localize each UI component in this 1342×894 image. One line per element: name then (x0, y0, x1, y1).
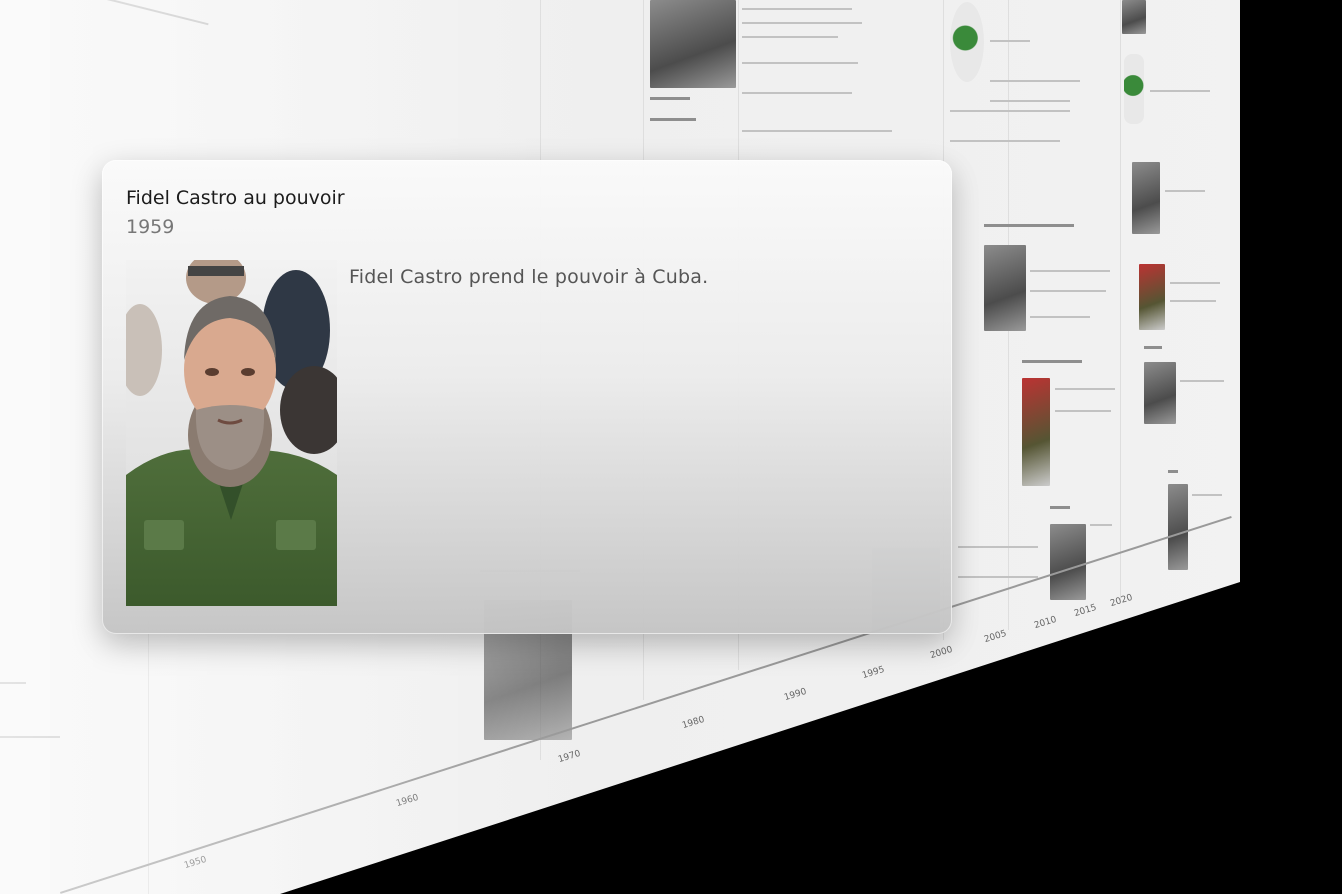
event-text (950, 140, 1060, 142)
event-thumbnail[interactable] (650, 0, 736, 88)
axis-tick-label: 2015 (1073, 602, 1098, 620)
event-text (990, 100, 1070, 102)
event-thumbnail[interactable] (1139, 264, 1165, 330)
event-text (1055, 410, 1111, 412)
event-text (990, 40, 1030, 42)
axis-tick-label: 2005 (983, 628, 1008, 646)
event-text (742, 8, 852, 10)
event-title (1022, 360, 1082, 363)
event-text (742, 62, 858, 64)
globe-thumbnail[interactable] (950, 2, 984, 82)
event-text (1030, 316, 1090, 318)
event-title (1144, 346, 1162, 349)
event-title: Fidel Castro au pouvoir (126, 187, 345, 209)
event-text (742, 22, 862, 24)
axis-tick-label: 2000 (929, 644, 954, 662)
event-title (650, 97, 690, 100)
event-thumbnail[interactable] (1144, 362, 1176, 424)
axis-tick-label: 1995 (861, 664, 886, 682)
event-text (958, 576, 1038, 578)
event-text (742, 130, 892, 132)
event-text (1030, 270, 1110, 272)
event-thumbnail[interactable] (1168, 484, 1188, 570)
event-text (1165, 190, 1205, 192)
axis-tick-label: 2020 (1109, 592, 1134, 610)
axis-tick-label: 1990 (783, 686, 808, 704)
map-thumbnail[interactable] (1124, 54, 1144, 124)
event-text (1170, 282, 1220, 284)
event-year: 1959 (126, 216, 175, 238)
event-text (742, 92, 852, 94)
event-title (650, 118, 696, 121)
event-text (742, 36, 838, 38)
event-thumbnail[interactable] (1050, 524, 1086, 600)
event-detail-popover[interactable]: Fidel Castro au pouvoir 1959 Fidel Castr… (102, 160, 952, 634)
event-text (1150, 90, 1210, 92)
event-text (1180, 380, 1224, 382)
event-text (1090, 524, 1112, 526)
event-text (950, 110, 1070, 112)
event-title (1168, 470, 1178, 473)
event-text (1192, 494, 1222, 496)
event-title (1050, 506, 1070, 509)
axis-tick-label: 1980 (681, 714, 706, 732)
event-description: Fidel Castro prend le pouvoir à Cuba. (349, 266, 709, 288)
event-text (958, 546, 1038, 548)
event-text (990, 80, 1080, 82)
event-thumbnail[interactable] (1132, 162, 1160, 234)
event-thumbnail[interactable] (984, 245, 1026, 331)
year-gridline (1120, 0, 1121, 600)
event-thumbnail[interactable] (1122, 0, 1146, 34)
event-thumbnail[interactable] (1022, 378, 1050, 486)
portrait-photo-icon (126, 260, 337, 606)
event-text (1170, 300, 1216, 302)
event-text (1030, 290, 1106, 292)
event-title (984, 224, 1074, 227)
axis-tick-label: 1970 (557, 748, 582, 766)
portrait-photo[interactable] (126, 260, 337, 606)
event-text (1055, 388, 1115, 390)
axis-tick-label: 2010 (1033, 614, 1058, 632)
